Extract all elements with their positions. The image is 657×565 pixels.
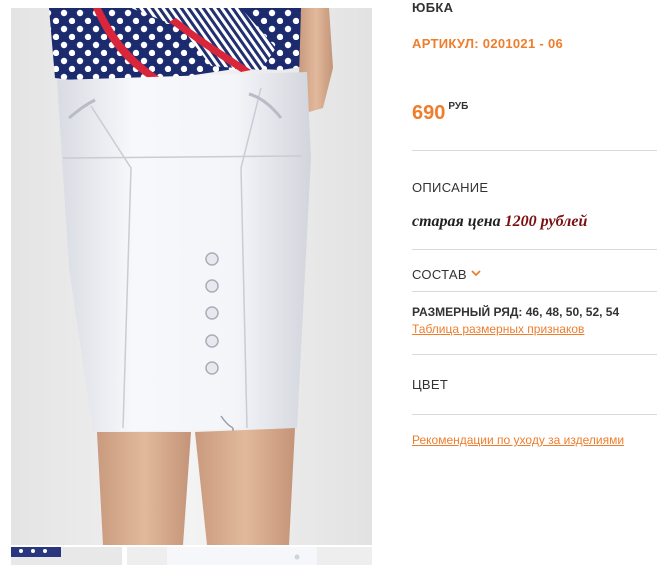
size-range: РАЗМЕРНЫЙ РЯД: 46, 48, 50, 52, 54 bbox=[412, 305, 619, 319]
price-currency: РУБ bbox=[448, 101, 469, 112]
thumbnail-2[interactable] bbox=[127, 547, 372, 565]
care-instructions-link[interactable]: Рекомендации по уходу за изделиями bbox=[412, 433, 624, 447]
size-table-link[interactable]: Таблица размерных признаков bbox=[412, 322, 584, 336]
divider bbox=[412, 291, 657, 292]
divider bbox=[412, 354, 657, 355]
composition-label: СОСТАВ bbox=[412, 267, 467, 282]
divider bbox=[412, 249, 657, 250]
divider bbox=[412, 150, 657, 151]
product-price: 690 РУБ bbox=[412, 101, 468, 125]
product-title: ЮБКА bbox=[412, 0, 454, 15]
size-range-values: 46, 48, 50, 52, 54 bbox=[525, 305, 620, 319]
thumbnail-1[interactable] bbox=[11, 547, 122, 565]
old-price-note: старая цена 1200 рублей bbox=[412, 213, 587, 231]
chevron-down-icon bbox=[471, 265, 481, 280]
product-photo-image bbox=[11, 8, 372, 545]
price-value: 690 bbox=[412, 102, 446, 124]
description-label: ОПИСАНИЕ bbox=[412, 180, 489, 195]
thumbnail-image bbox=[11, 547, 122, 565]
size-range-label: РАЗМЕРНЫЙ РЯД: bbox=[412, 305, 523, 319]
product-sku: АРТИКУЛ: 0201021 - 06 bbox=[412, 36, 564, 51]
old-price-value: 1200 рублей bbox=[504, 213, 588, 230]
divider bbox=[412, 414, 657, 415]
old-price-prefix: старая цена bbox=[412, 213, 501, 230]
composition-toggle[interactable]: СОСТАВ bbox=[412, 265, 481, 282]
thumbnail-image bbox=[127, 547, 372, 565]
product-photo[interactable] bbox=[11, 8, 372, 545]
color-label: ЦВЕТ bbox=[412, 377, 449, 392]
